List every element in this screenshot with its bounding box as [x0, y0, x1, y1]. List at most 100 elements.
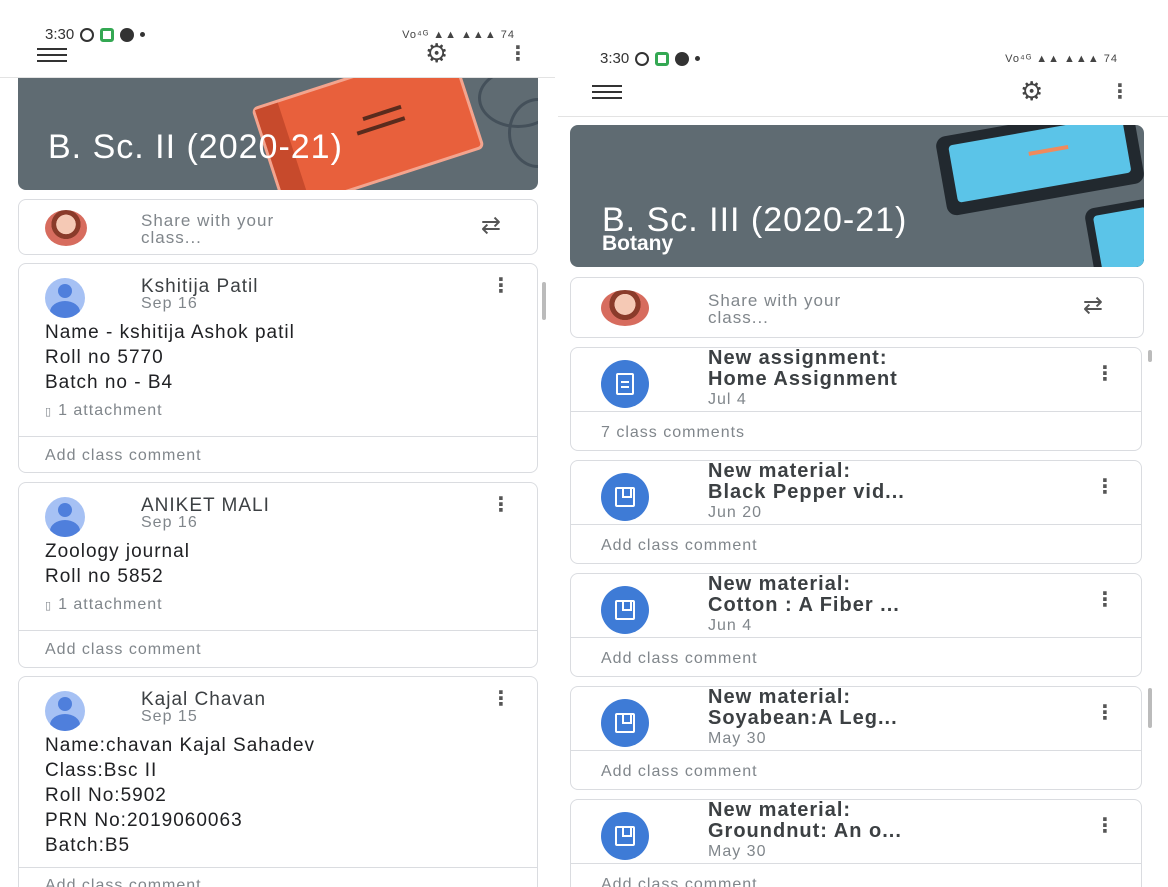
feed-date: May 30: [708, 730, 767, 747]
post-body-line: Zoology journal: [45, 541, 190, 562]
avatar: [45, 497, 85, 537]
divider: [571, 750, 1141, 751]
gear-icon[interactable]: ⚙: [1020, 78, 1043, 104]
divider: [571, 637, 1141, 638]
post-card[interactable]: ANIKET MALI Sep 16 ⋮ Zoology journal Rol…: [18, 482, 538, 668]
more-vert-icon[interactable]: ⋮: [491, 276, 511, 296]
status-bar: 3:30 Vo⁴ᴳ ▲▲ ▲▲▲ 74: [558, 50, 1168, 67]
gear-icon[interactable]: ⚙: [425, 40, 448, 66]
post-body-line: Batch no - B4: [45, 372, 174, 393]
app-bar: ⚙ ⋮: [0, 38, 555, 78]
scrollbar[interactable]: [1148, 350, 1152, 362]
class-comments-link[interactable]: 7 class comments: [601, 424, 745, 442]
add-class-comment[interactable]: Add class comment: [601, 537, 758, 555]
add-class-comment[interactable]: Add class comment: [601, 876, 758, 887]
paperclip-icon: ▯: [45, 600, 53, 612]
material-icon: [601, 699, 649, 747]
feed-date: Jul 4: [708, 391, 747, 408]
repost-icon[interactable]: ⇄: [1083, 294, 1103, 318]
feed-title: New material: Groundnut: An o...: [708, 799, 902, 842]
feed-item-material[interactable]: New material: Black Pepper vid... Jun 20…: [570, 460, 1142, 564]
attachment-link[interactable]: ▯ 1 attachment: [45, 596, 163, 614]
add-class-comment[interactable]: Add class comment: [45, 447, 202, 465]
hamburger-icon[interactable]: [37, 48, 67, 62]
feed-date: May 30: [708, 843, 767, 860]
material-icon: [601, 586, 649, 634]
more-vert-icon[interactable]: ⋮: [508, 44, 528, 64]
attachment-link[interactable]: ▯ 1 attachment: [45, 402, 163, 420]
tablet-illustration: [934, 125, 1144, 217]
post-date: Sep 16: [141, 514, 198, 531]
share-placeholder: Share with your class...: [708, 291, 842, 327]
more-vert-icon[interactable]: ⋮: [1095, 477, 1115, 497]
notification-dot-icon: [695, 56, 701, 61]
more-vert-icon[interactable]: ⋮: [491, 689, 511, 709]
share-with-class[interactable]: Share with your class... ⇄: [570, 277, 1144, 338]
divider: [19, 867, 537, 868]
more-vert-icon[interactable]: ⋮: [1095, 703, 1115, 723]
post-body-line: PRN No:2019060063: [45, 810, 243, 831]
avatar: [601, 290, 649, 326]
add-class-comment[interactable]: Add class comment: [45, 877, 202, 887]
more-vert-icon[interactable]: ⋮: [491, 495, 511, 515]
feed-item-material[interactable]: New material: Cotton : A Fiber ... Jun 4…: [570, 573, 1142, 677]
more-vert-icon[interactable]: ⋮: [1095, 816, 1115, 836]
status-time: 3:30: [600, 50, 630, 67]
post-card[interactable]: Kshitija Patil Sep 16 ⋮ Name - kshitija …: [18, 263, 538, 473]
divider: [571, 524, 1141, 525]
scrollbar[interactable]: [1148, 688, 1152, 728]
post-date: Sep 15: [141, 708, 198, 725]
post-card[interactable]: Kajal Chavan Sep 15 ⋮ Name:chavan Kajal …: [18, 676, 538, 887]
add-class-comment[interactable]: Add class comment: [601, 650, 758, 668]
post-body-line: Roll No:5902: [45, 785, 167, 806]
feed-item-assignment[interactable]: New assignment: Home Assignment Jul 4 ⋮ …: [570, 347, 1142, 451]
divider: [571, 411, 1141, 412]
notification-dot-icon: [140, 32, 146, 37]
avatar: [45, 691, 85, 731]
class-banner[interactable]: B. Sc. III (2020-21) Botany: [570, 125, 1144, 267]
feed-date: Jun 4: [708, 617, 753, 634]
feed-item-material[interactable]: New material: Groundnut: An o... May 30 …: [570, 799, 1142, 887]
divider: [19, 630, 537, 631]
feed-title: New material: Black Pepper vid...: [708, 460, 905, 503]
class-subject: Botany: [602, 232, 674, 255]
share-with-class[interactable]: Share with your class... ⇄: [18, 199, 538, 255]
divider: [571, 863, 1141, 864]
post-body-line: Name - kshitija Ashok patil: [45, 322, 295, 343]
post-date: Sep 16: [141, 295, 198, 312]
post-body-line: Roll no 5770: [45, 347, 164, 368]
phone-illustration: [1083, 197, 1144, 267]
feed-title: New assignment: Home Assignment: [708, 347, 898, 390]
feed-item-material[interactable]: New material: Soyabean:A Leg... May 30 ⋮…: [570, 686, 1142, 790]
hamburger-icon[interactable]: [592, 85, 622, 99]
feed-title: New material: Cotton : A Fiber ...: [708, 573, 900, 616]
feed-date: Jun 20: [708, 504, 763, 521]
assignment-icon: [601, 360, 649, 408]
whatsapp-icon: [635, 51, 650, 66]
avatar: [45, 278, 85, 318]
feed-title: New material: Soyabean:A Leg...: [708, 686, 898, 729]
repost-icon[interactable]: ⇄: [481, 214, 501, 238]
divider: [19, 436, 537, 437]
share-placeholder: Share with your class...: [141, 211, 275, 247]
scrollbar[interactable]: [542, 282, 546, 320]
class-banner[interactable]: B. Sc. II (2020-21): [18, 78, 538, 190]
paperclip-icon: ▯: [45, 406, 53, 418]
post-body-line: Roll no 5852: [45, 566, 164, 587]
avatar: [45, 210, 87, 246]
more-vert-icon[interactable]: ⋮: [1095, 590, 1115, 610]
phone-screen-right: 3:30 Vo⁴ᴳ ▲▲ ▲▲▲ 74 ⚙ ⋮ B. Sc. III (2020…: [558, 0, 1168, 887]
add-class-comment[interactable]: Add class comment: [45, 641, 202, 659]
add-class-comment[interactable]: Add class comment: [601, 763, 758, 781]
notification-icon: [675, 51, 690, 66]
class-title: B. Sc. II (2020-21): [48, 128, 343, 166]
status-indicators: Vo⁴ᴳ ▲▲ ▲▲▲ 74: [1005, 52, 1118, 65]
post-body-line: Batch:B5: [45, 835, 131, 856]
app-bar: ⚙ ⋮: [558, 72, 1168, 117]
more-vert-icon[interactable]: ⋮: [1095, 364, 1115, 384]
post-body-line: Name:chavan Kajal Sahadev: [45, 735, 316, 756]
phone-screen-left: 3:30 Vo⁴ᴳ ▲▲ ▲▲▲ 74 ⚙ ⋮ B. Sc. II (2020-…: [0, 0, 555, 887]
more-vert-icon[interactable]: ⋮: [1110, 82, 1130, 102]
material-icon: [601, 812, 649, 860]
material-icon: [601, 473, 649, 521]
